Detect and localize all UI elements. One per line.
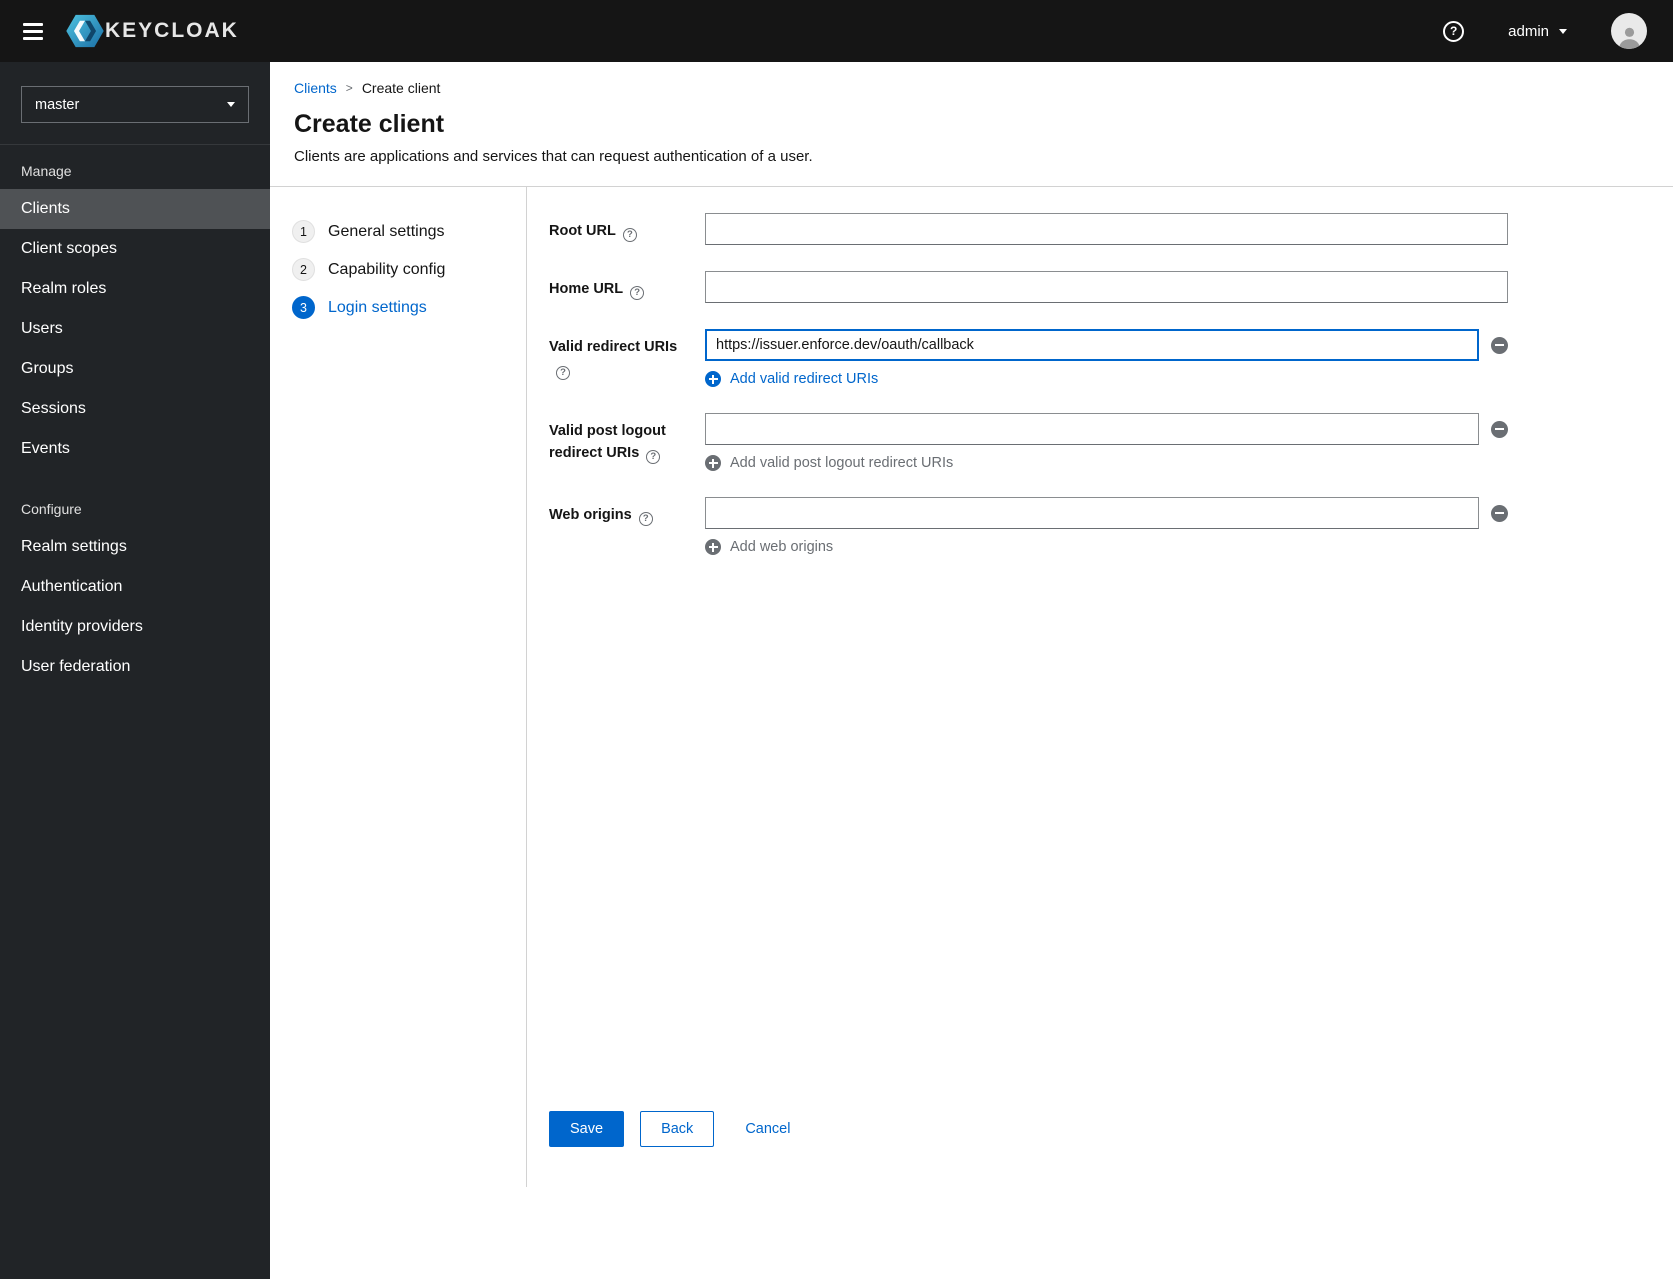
minus-circle-icon — [1491, 504, 1508, 522]
home-url-label: Home URL — [549, 281, 624, 297]
valid-redirect-uri-input[interactable] — [705, 329, 1479, 361]
nav-section-header-configure: Configure — [21, 501, 82, 517]
step-2-label: Capability config — [328, 260, 446, 278]
add-post-logout-uri-button[interactable]: Add valid post logout redirect URIs — [705, 455, 953, 471]
add-valid-redirect-uri-button[interactable]: Add valid redirect URIs — [705, 371, 878, 387]
nav-section-configure: Configure Realm settings Authentication … — [0, 469, 270, 687]
main-content: Clients > Create client Create client Cl… — [270, 62, 1673, 1279]
realm-selector-region: master — [0, 62, 270, 145]
breadcrumb: Clients > Create client — [294, 80, 1647, 96]
web-origins-label: Web origins — [549, 507, 632, 523]
sidebar-item-clients[interactable]: Clients — [0, 189, 270, 229]
back-button[interactable]: Back — [640, 1111, 715, 1147]
plus-circle-icon — [705, 539, 721, 555]
caret-down-icon — [227, 102, 235, 107]
wizard-step-login-settings[interactable]: 3 Login settings — [292, 296, 427, 319]
breadcrumb-current: Create client — [361, 80, 441, 96]
brand-text: KEYCLOAK — [105, 19, 239, 42]
caret-down-icon — [1559, 28, 1567, 34]
step-3-number: 3 — [292, 296, 315, 319]
sidebar-item-realm-roles[interactable]: Realm roles — [0, 269, 270, 309]
keycloak-logo-icon — [66, 14, 104, 48]
form-row-root-url: Root URL? — [549, 213, 1508, 245]
sidebar-item-users[interactable]: Users — [0, 309, 270, 349]
sidebar-item-groups[interactable]: Groups — [0, 349, 270, 389]
add-web-origin-button[interactable]: Add web origins — [705, 539, 833, 555]
masthead-tools: ? admin — [1443, 13, 1647, 49]
remove-post-logout-uri-button[interactable] — [1491, 420, 1508, 438]
avatar[interactable] — [1611, 13, 1647, 49]
step-2-number: 2 — [292, 258, 315, 281]
post-logout-redirect-uris-help-icon[interactable]: ? — [646, 449, 661, 464]
step-1-number: 1 — [292, 220, 315, 243]
step-3-label: Login settings — [328, 298, 427, 316]
nav-section-manage: Manage Clients Client scopes Realm roles… — [0, 145, 270, 469]
breadcrumb-separator-icon: > — [345, 81, 353, 95]
keycloak-logo: KEYCLOAK — [66, 14, 239, 48]
user-avatar-icon — [1618, 27, 1640, 49]
minus-circle-icon — [1491, 336, 1508, 354]
wizard-step-general-settings[interactable]: 1 General settings — [292, 220, 445, 243]
sidebar-item-client-scopes[interactable]: Client scopes — [0, 229, 270, 269]
cancel-button[interactable]: Cancel — [731, 1111, 804, 1147]
form-actions: Save Back Cancel — [549, 1111, 1508, 1147]
nav-section-header-manage: Manage — [21, 163, 72, 179]
minus-circle-icon — [1491, 420, 1508, 438]
add-post-logout-uri-label: Add valid post logout redirect URIs — [730, 455, 954, 471]
sidebar-item-authentication[interactable]: Authentication — [0, 567, 270, 607]
user-name: admin — [1508, 22, 1549, 40]
web-origins-input[interactable] — [705, 497, 1479, 529]
realm-selector[interactable]: master — [21, 86, 249, 123]
root-url-input[interactable] — [705, 213, 1508, 245]
sidebar-item-sessions[interactable]: Sessions — [0, 389, 270, 429]
breadcrumb-clients-link[interactable]: Clients — [294, 80, 337, 96]
add-web-origin-label: Add web origins — [730, 539, 834, 555]
form-row-home-url: Home URL? — [549, 271, 1508, 303]
form-row-valid-redirect-uris: Valid redirect URIs? Add valid redirect … — [549, 329, 1508, 387]
page-title: Create client — [294, 110, 445, 138]
page-subtitle: Clients are applications and services th… — [294, 148, 813, 165]
add-valid-redirect-uri-label: Add valid redirect URIs — [730, 371, 879, 387]
web-origins-help-icon[interactable]: ? — [638, 512, 653, 527]
save-button[interactable]: Save — [549, 1111, 625, 1147]
sidebar-item-events[interactable]: Events — [0, 429, 270, 469]
remove-web-origin-button[interactable] — [1491, 504, 1508, 522]
sidebar-item-identity-providers[interactable]: Identity providers — [0, 607, 270, 647]
root-url-help-icon[interactable]: ? — [622, 228, 637, 243]
masthead: KEYCLOAK ? admin — [0, 0, 1673, 62]
form-row-post-logout-redirect-uris: Valid post logout redirect URIs? Add val… — [549, 413, 1508, 471]
login-settings-form: Root URL? Home URL? Valid redirect URIs?… — [527, 187, 1673, 1187]
home-url-input[interactable] — [705, 271, 1508, 303]
hamburger-icon — [23, 22, 43, 26]
post-logout-redirect-uri-input[interactable] — [705, 413, 1479, 445]
sidebar-item-realm-settings[interactable]: Realm settings — [0, 527, 270, 567]
help-icon[interactable]: ? — [1443, 20, 1465, 42]
user-menu[interactable]: admin — [1508, 23, 1567, 40]
realm-selector-value: master — [35, 96, 80, 113]
root-url-label: Root URL — [549, 223, 616, 239]
form-row-web-origins: Web origins? Add web origins — [549, 497, 1508, 555]
wizard-content: 1 General settings 2 Capability config 3… — [270, 187, 1673, 1187]
wizard-nav: 1 General settings 2 Capability config 3… — [270, 187, 527, 1187]
wizard-step-capability-config[interactable]: 2 Capability config — [292, 258, 445, 281]
plus-circle-icon — [705, 455, 721, 471]
sidebar: master Manage Clients Client scopes Real… — [0, 62, 270, 1279]
plus-circle-icon — [705, 371, 721, 387]
page-header: Clients > Create client Create client Cl… — [270, 62, 1673, 187]
valid-redirect-uris-label: Valid redirect URIs — [549, 339, 678, 355]
sidebar-item-user-federation[interactable]: User federation — [0, 647, 270, 687]
valid-redirect-uris-help-icon[interactable]: ? — [556, 365, 570, 380]
home-url-help-icon[interactable]: ? — [630, 286, 645, 301]
nav-toggle-button[interactable] — [0, 0, 66, 62]
remove-redirect-uri-button[interactable] — [1491, 336, 1508, 354]
step-1-label: General settings — [328, 222, 445, 240]
